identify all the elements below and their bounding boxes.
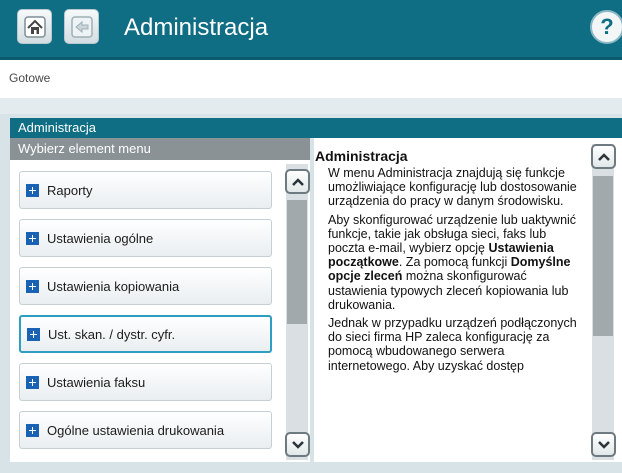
description-scroll-up-button[interactable] [591, 144, 616, 169]
description-scroll-down-button[interactable] [591, 432, 616, 457]
description-panel: Administracja W menu Administracja znajd… [314, 138, 622, 462]
menu-item-label: Ustawienia ogólne [47, 230, 154, 246]
menu-scroll-thumb[interactable] [287, 200, 307, 324]
home-button[interactable] [17, 9, 52, 44]
menu-item-label: Ogólne ustawienia drukowania [47, 422, 225, 438]
expand-plus-icon [27, 327, 40, 341]
back-arrow-icon [70, 15, 93, 38]
title-bar: Administracja ? [0, 0, 622, 60]
menu-item-ustawienia-ogolne[interactable]: Ustawienia ogólne [19, 219, 272, 257]
help-icon: ? [600, 14, 614, 39]
menu-item-ogolne-ustawienia-drukowania[interactable]: Ogólne ustawienia drukowania [19, 411, 272, 449]
expand-plus-icon [26, 231, 39, 245]
menu-scroll-down-button[interactable] [285, 432, 310, 457]
description-scroll-thumb[interactable] [593, 176, 613, 336]
description-paragraph: W menu Administracja znajdują się funkcj… [328, 166, 577, 209]
status-bar: Gotowe [0, 60, 622, 96]
menu-item-ustawienia-faksu[interactable]: Ustawienia faksu [19, 363, 272, 401]
menu-list-panel: Wybierz element menu Raporty Ustawienia … [10, 138, 310, 462]
divider [0, 98, 622, 114]
menu-item-ustawienia-kopiowania[interactable]: Ustawienia kopiowania [19, 267, 272, 305]
menu-item-label: Ustawienia kopiowania [47, 278, 180, 294]
menu-item-label: Ustawienia faksu [47, 374, 146, 390]
menu-item-label: Ust. skan. / dystr. cyfr. [48, 326, 176, 342]
expand-plus-icon [26, 423, 39, 437]
menu-list-header: Wybierz element menu [10, 138, 310, 160]
back-button[interactable] [64, 9, 99, 44]
menu-item-ust-skan[interactable]: Ust. skan. / dystr. cyfr. [19, 315, 272, 353]
page-title: Administracja [124, 14, 269, 41]
chevron-up-icon [597, 152, 610, 161]
expand-plus-icon [26, 375, 39, 389]
expand-plus-icon [26, 183, 39, 197]
panel-header: Administracja [10, 118, 622, 138]
chevron-up-icon [291, 177, 304, 186]
description-paragraph: Aby skonfigurować urządzenie lub uaktywn… [328, 213, 586, 312]
description-paragraph: Jednak w przypadku urządzeń podłączonych… [328, 316, 577, 373]
menu-item-raporty[interactable]: Raporty [19, 171, 272, 209]
menu-item-label: Raporty [47, 182, 93, 198]
description-body: W menu Administracja znajdują się funkcj… [328, 166, 586, 462]
expand-plus-icon [26, 279, 39, 293]
chevron-down-icon [291, 440, 304, 449]
home-icon [23, 15, 46, 38]
description-title: Administracja [315, 148, 408, 164]
description-text: . Za pomocą funkcji [398, 255, 511, 270]
main-panel: Administracja Wybierz element menu Rapor… [0, 114, 622, 473]
status-text: Gotowe [9, 71, 51, 85]
chevron-down-icon [597, 440, 610, 449]
menu-scroll-up-button[interactable] [285, 169, 310, 194]
help-button[interactable]: ? [590, 10, 622, 44]
